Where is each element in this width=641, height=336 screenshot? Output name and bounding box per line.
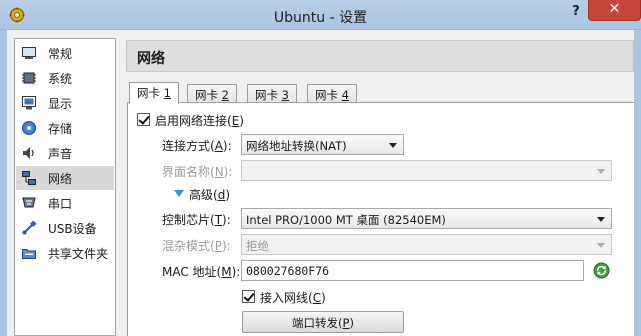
- mac-address-field[interactable]: 080027680F76: [241, 260, 584, 281]
- adapter-type-value: Intel PRO/1000 MT 桌面 (82540EM): [246, 213, 446, 227]
- sidebar-item-label: 网络: [48, 172, 73, 186]
- interface-name-select[interactable]: [241, 160, 612, 181]
- adapter-type-label: 控制芯片(T):: [162, 213, 231, 227]
- sidebar-item-sound[interactable]: 声音: [16, 141, 114, 165]
- sidebar-item-system[interactable]: 系统: [16, 66, 114, 90]
- tab-adapter-2[interactable]: 网卡 2: [187, 84, 237, 103]
- chevron-down-icon: [597, 169, 605, 174]
- usb-icon: [22, 220, 37, 235]
- tab-label: 网卡: [137, 86, 164, 100]
- sidebar-item-label: 系统: [48, 72, 73, 86]
- adapter-type-select[interactable]: Intel PRO/1000 MT 桌面 (82540EM): [241, 208, 612, 229]
- tab-label: 网卡: [195, 88, 222, 102]
- sidebar-item-usb[interactable]: USB设备: [16, 216, 114, 240]
- sidebar-item-serial-ports[interactable]: 串口: [16, 191, 114, 215]
- storage-disc-icon: [22, 121, 36, 135]
- sidebar-item-storage[interactable]: 存储: [16, 116, 114, 140]
- sidebar-item-label: 存储: [48, 122, 73, 136]
- sidebar-item-shared-folders[interactable]: 共享文件夹: [16, 241, 114, 265]
- expand-arrow-icon[interactable]: [174, 190, 184, 197]
- shared-folder-icon: [22, 249, 36, 259]
- chevron-down-icon: [597, 243, 605, 248]
- tab-label: 网卡: [255, 88, 282, 102]
- window-frame-left: [0, 30, 7, 336]
- promiscuous-mode-select[interactable]: 拒绝: [241, 234, 612, 255]
- settings-sidebar: 常规 系统 显示 存储 声音 网络 串口 USB设备 共享文件夹: [14, 38, 116, 336]
- network-icon: [22, 171, 36, 185]
- tab-adapter-3[interactable]: 网卡 3: [247, 84, 297, 103]
- enable-adapter-label: 启用网络连接(E): [155, 114, 244, 128]
- interface-name-label: 界面名称(N):: [162, 165, 233, 179]
- tab-shortcut: 4: [341, 88, 349, 102]
- chevron-down-icon: [389, 143, 397, 148]
- attached-to-value: 网络地址转换(NAT): [246, 139, 347, 153]
- attached-to-label: 连接方式(A):: [162, 139, 232, 153]
- close-button[interactable]: ✕: [588, 0, 641, 21]
- sound-speaker-icon: [23, 147, 34, 159]
- sidebar-item-label: USB设备: [48, 222, 97, 236]
- page-title: 网络: [137, 51, 165, 67]
- sidebar-item-label: 常规: [48, 47, 73, 61]
- tab-shortcut: 2: [221, 88, 229, 102]
- sidebar-item-label: 串口: [48, 197, 73, 211]
- help-button[interactable]: ?: [566, 4, 586, 22]
- promiscuous-mode-label: 混杂模式(P):: [162, 239, 231, 253]
- attached-to-select[interactable]: 网络地址转换(NAT): [241, 134, 404, 155]
- sidebar-item-network[interactable]: 网络: [16, 166, 114, 190]
- port-forwarding-button[interactable]: 端口转发(P): [242, 311, 404, 333]
- display-monitor-icon: [22, 96, 36, 110]
- enable-adapter-checkbox[interactable]: [137, 113, 150, 126]
- cable-connected-label: 接入网线(C): [260, 291, 326, 305]
- general-icon: [22, 47, 36, 59]
- sidebar-item-label: 声音: [48, 147, 73, 161]
- window-frame-right: [634, 30, 641, 336]
- page-header: 网络: [126, 40, 634, 72]
- sidebar-item-general[interactable]: 常规: [16, 41, 114, 65]
- advanced-toggle[interactable]: 高级(d): [189, 186, 230, 203]
- tab-shortcut: 3: [281, 88, 289, 102]
- system-chip-icon: [22, 72, 36, 84]
- refresh-icon[interactable]: [593, 262, 610, 279]
- sidebar-item-display[interactable]: 显示: [16, 91, 114, 115]
- tab-label: 网卡: [315, 88, 342, 102]
- chevron-down-icon: [597, 217, 605, 222]
- tab-adapter-1[interactable]: 网卡 1: [129, 82, 179, 104]
- sidebar-item-label: 共享文件夹: [48, 247, 109, 261]
- cable-connected-checkbox[interactable]: [242, 290, 255, 303]
- sidebar-item-label: 显示: [48, 97, 73, 111]
- tab-shortcut: 1: [163, 86, 171, 100]
- title-bar: Ubuntu - 设置 ? ✕: [0, 0, 641, 30]
- serial-port-icon: [22, 197, 36, 208]
- mac-address-label: MAC 地址(M):: [162, 265, 241, 279]
- promiscuous-mode-value: 拒绝: [246, 239, 269, 253]
- tab-adapter-4[interactable]: 网卡 4: [307, 84, 357, 103]
- window-title: Ubuntu - 设置: [273, 10, 368, 26]
